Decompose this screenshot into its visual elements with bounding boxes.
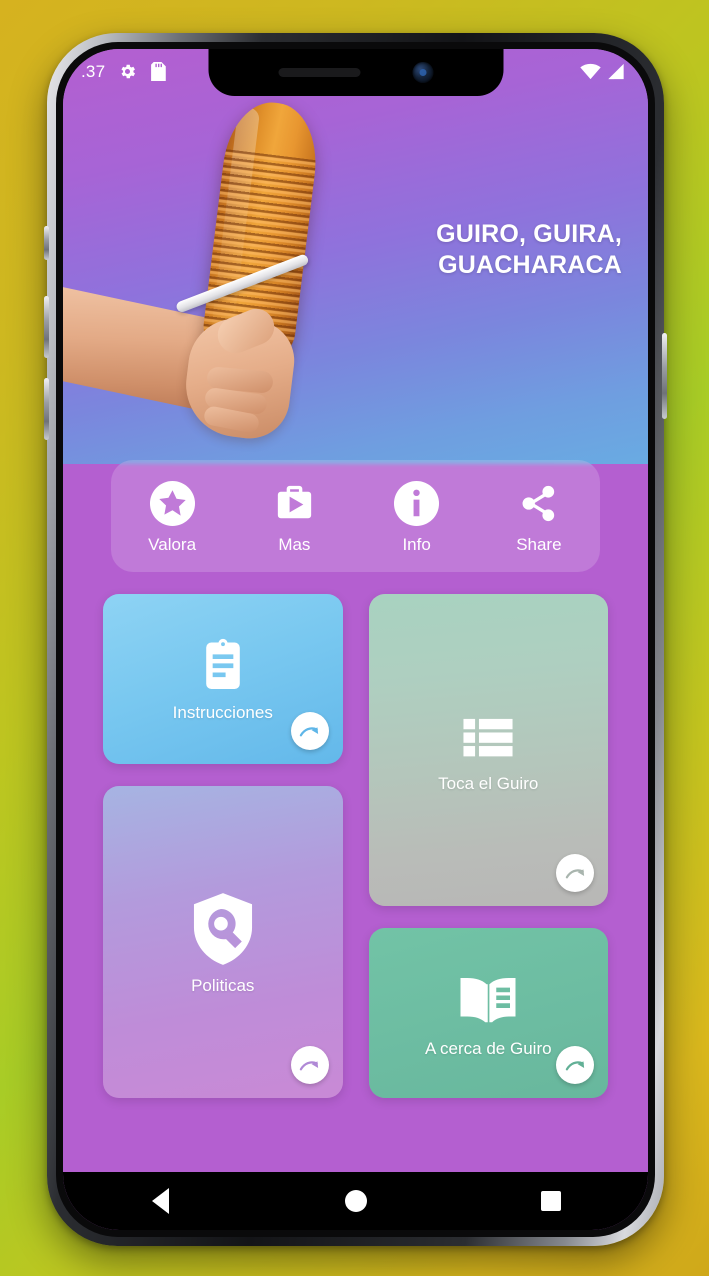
cards-column-right: Toca el Guiro A cerca de Guiro [368,594,608,1098]
card-label: Politicas [191,975,255,995]
action-share[interactable]: Share [496,480,582,553]
info-circle-icon [394,480,440,526]
cards-column-left: Instrucciones Politicas [103,594,343,1098]
card-toca-el-guiro[interactable]: Toca el Guiro [368,594,608,906]
phone-bezel: GUIRO, GUIRA, GUACHARACA .37 Valora Mas … [56,42,655,1237]
earpiece-speaker [278,68,360,77]
star-circle-icon [149,480,195,526]
card-go-button[interactable] [290,1046,329,1084]
action-label: Info [402,534,431,554]
shield-search-icon [193,892,252,965]
nav-home-button[interactable] [325,1181,387,1221]
action-info[interactable]: Info [374,480,460,553]
action-valora[interactable]: Valora [129,480,215,553]
curved-arrow-icon [299,726,319,736]
signal-icon [608,63,624,79]
recents-square-icon [540,1191,561,1211]
sdcard-icon [151,61,167,81]
share-icon [522,485,555,521]
card-label: Instrucciones [172,702,273,722]
quick-actions-bar: Valora Mas Info Share [111,460,600,572]
curved-arrow-icon [299,1060,319,1070]
front-camera-icon [412,62,433,83]
status-bar-right [580,63,626,80]
back-triangle-icon [152,1188,169,1214]
gear-icon [121,64,136,78]
action-label: Share [516,534,562,554]
action-label: Valora [148,534,197,554]
page-title: GUIRO, GUIRA, GUACHARACA [436,220,622,279]
card-instrucciones[interactable]: Instrucciones [103,594,343,764]
phone-frame: GUIRO, GUIRA, GUACHARACA .37 Valora Mas … [44,33,667,1246]
card-politicas[interactable]: Politicas [103,786,343,1098]
status-bar-left: .37 [81,61,167,81]
curved-arrow-icon [565,868,584,878]
curved-arrow-icon [565,1060,584,1070]
power-button[interactable] [662,333,667,419]
card-go-button[interactable] [290,712,329,750]
action-label: Mas [278,534,311,554]
card-label: A cerca de Guiro [424,1038,552,1058]
nav-recents-button[interactable] [520,1181,582,1221]
volume-up-button[interactable] [44,296,49,358]
open-book-icon [460,977,516,1023]
card-label: Toca el Guiro [438,773,539,793]
briefcase-play-icon [277,485,312,518]
display-notch [208,49,503,96]
cards-grid: Instrucciones Politicas Toca el Guiro A … [103,594,608,1098]
guiro-illustration [63,97,387,457]
mute-switch[interactable] [44,226,49,260]
home-circle-icon [344,1190,367,1212]
volume-down-button[interactable] [44,378,49,440]
wifi-icon [580,63,601,79]
phone-screen: GUIRO, GUIRA, GUACHARACA .37 Valora Mas … [63,49,648,1230]
list-icon [463,718,513,757]
nav-back-button[interactable] [130,1181,192,1221]
status-time: .37 [81,61,106,81]
clipboard-icon [205,638,240,689]
action-mas[interactable]: Mas [251,480,337,553]
card-go-button[interactable] [556,1046,594,1084]
hero-section: GUIRO, GUIRA, GUACHARACA [63,49,648,464]
card-go-button[interactable] [556,854,594,892]
card-acerca-de-guiro[interactable]: A cerca de Guiro [368,928,608,1098]
android-nav-bar [63,1172,648,1230]
